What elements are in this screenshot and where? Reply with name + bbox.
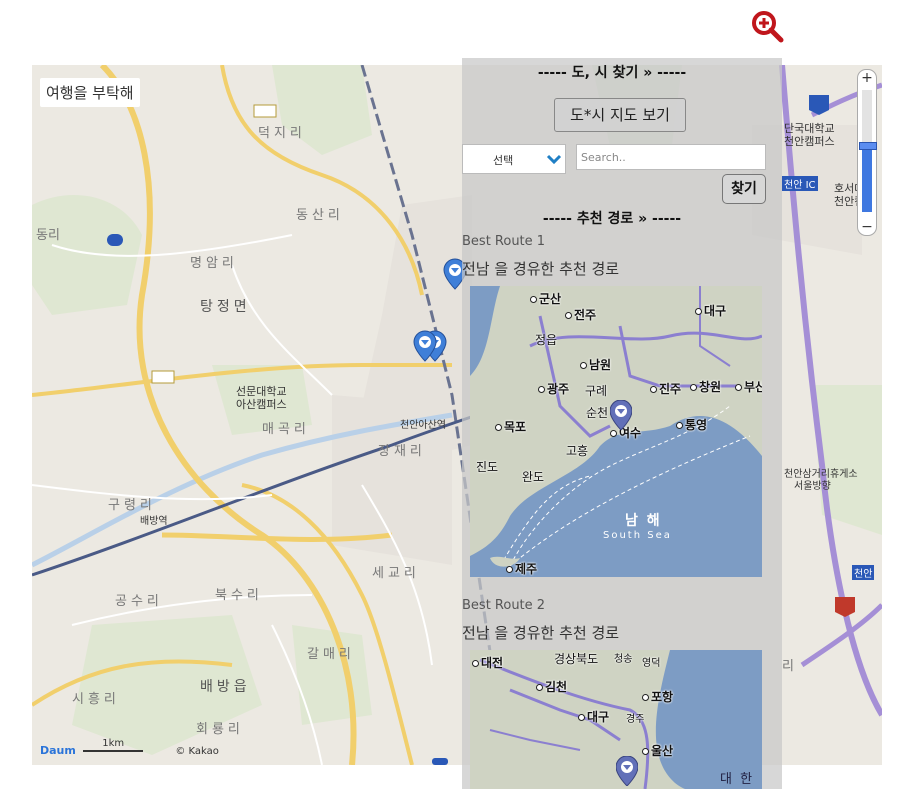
zoom-in-button[interactable]: +	[858, 70, 876, 86]
city-label: 남원	[580, 356, 611, 373]
city-label: 부산	[735, 378, 762, 395]
city-label: 진도	[476, 460, 499, 474]
city-label: 제주	[506, 560, 537, 577]
route-title[interactable]: Best Route 2	[462, 598, 545, 613]
city-label: 울산	[642, 742, 673, 759]
city-label: 정읍	[535, 333, 558, 347]
city-label: 대전	[472, 654, 503, 671]
sea-label: South Sea	[603, 530, 672, 541]
scale-label: 1km	[102, 738, 125, 749]
city-label: 영덕	[642, 658, 661, 669]
chevron-down-icon	[546, 154, 562, 165]
city-label: 광주	[538, 380, 569, 397]
province-select[interactable]: 선택	[462, 144, 566, 174]
copyright: © Kakao	[175, 746, 219, 757]
city-label: 청송	[614, 654, 633, 665]
city-label: 구례	[585, 384, 608, 398]
city-label: 경상북도	[554, 652, 599, 666]
map-title-label: 여행을 부탁해	[40, 78, 140, 107]
city-label: 완도	[522, 470, 545, 484]
routes-header: ----- 추천 경로 » -----	[542, 211, 682, 227]
zoom-handle[interactable]	[859, 142, 877, 150]
city-label: 순천	[586, 406, 609, 420]
city-label: 통영	[676, 416, 707, 433]
city-label: 창원	[690, 378, 721, 395]
zoom-out-button[interactable]: −	[858, 219, 876, 235]
city-label: 포항	[642, 688, 673, 705]
sea-label: 남 해	[625, 513, 662, 529]
map-scalebar: Daum 1km © Kakao	[40, 738, 219, 757]
city-label: 목포	[495, 418, 526, 435]
route-map-thumbnail[interactable]: 대전 경상북도 청송 영덕 김천 포항 대구 경주 울산 대 한 해	[470, 650, 762, 789]
city-label: 대구	[695, 302, 726, 319]
route-map-thumbnail[interactable]: 군산 전주 대구 정읍 남원 광주 구례 진주 창원 부산 순천 목포 여수 통…	[470, 286, 762, 577]
find-header: ----- 도, 시 찾기 » -----	[537, 65, 687, 81]
search-input[interactable]: Search..	[576, 144, 766, 170]
city-label: 고흥	[566, 444, 589, 458]
city-label: 군산	[530, 290, 561, 307]
sea-label: 대 한 해	[720, 772, 755, 787]
route-desc[interactable]: 전남 을 경유한 추천 경로	[462, 622, 619, 643]
zoom-level-fill	[862, 146, 872, 212]
map-zoom-control[interactable]: + −	[857, 69, 877, 236]
route-panel: ----- 도, 시 찾기 » ----- 도*시 지도 보기 선택 Searc…	[462, 58, 782, 789]
find-button[interactable]: 찾기	[722, 174, 766, 204]
daum-logo: Daum	[40, 744, 76, 757]
route-desc[interactable]: 전남 을 경유한 추천 경로	[462, 258, 619, 279]
zoom-in-magnifier-icon[interactable]	[750, 9, 784, 43]
map-view-button[interactable]: 도*시 지도 보기	[554, 98, 686, 132]
select-value: 선택	[493, 154, 514, 167]
scale-line	[83, 750, 144, 752]
city-label: 전주	[565, 306, 596, 323]
city-label: 대구	[578, 708, 609, 725]
city-label: 진주	[650, 380, 681, 397]
route-title[interactable]: Best Route 1	[462, 234, 545, 249]
city-label: 경주	[626, 714, 645, 725]
route-pin-icon	[610, 400, 632, 430]
city-label: 김천	[536, 678, 567, 695]
route-pin-icon	[616, 756, 638, 786]
